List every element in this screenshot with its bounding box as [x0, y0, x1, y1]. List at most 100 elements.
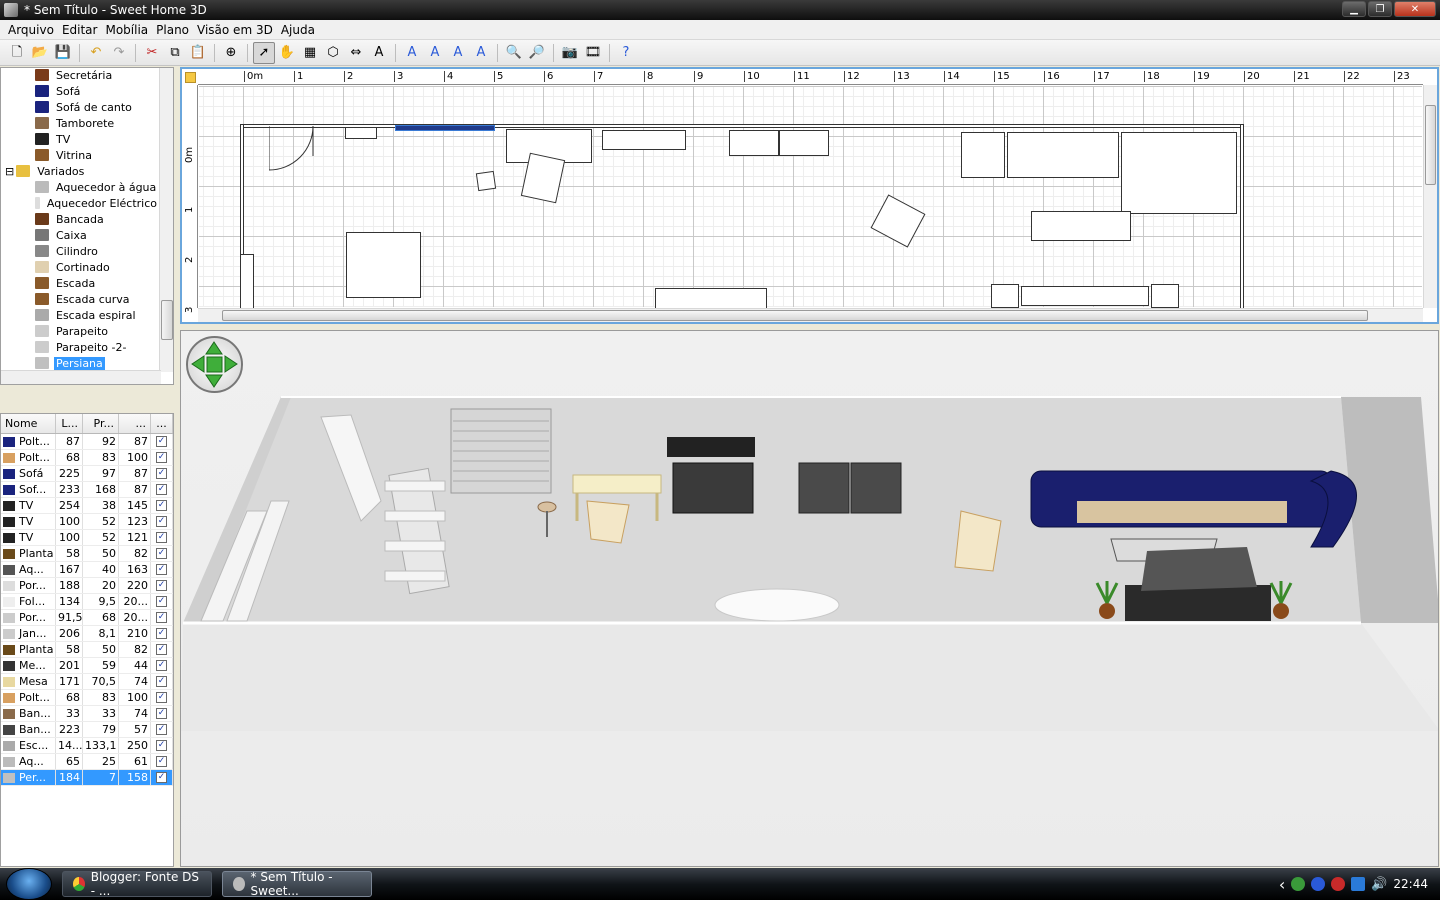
furniture-catalog-tree[interactable]: Secretária Sofá Sofá de canto Tamborete TV Vi… — [0, 67, 174, 385]
menu-vis-o-em-3d[interactable]: Visão em 3D — [193, 23, 277, 37]
visible-checkbox[interactable]: ✓ — [156, 500, 167, 511]
furniture-row[interactable]: Sof... 233 168 87 ✓ — [1, 482, 173, 498]
catalog-item[interactable]: Bancada — [1, 211, 159, 227]
create-dimensions-button[interactable]: ⇔ — [345, 42, 367, 64]
cut-button[interactable]: ✂ — [141, 42, 163, 64]
maximize-button[interactable]: ❐ — [1368, 1, 1392, 17]
minimize-button[interactable]: ▁ — [1342, 1, 1366, 17]
catalog-item[interactable]: TV — [1, 131, 159, 147]
undo-button[interactable]: ↶ — [85, 42, 107, 64]
catalog-horizontal-scrollbar[interactable] — [1, 370, 161, 384]
zoom-out-button[interactable]: 🔎 — [526, 42, 548, 64]
close-button[interactable]: ✕ — [1394, 1, 1436, 17]
catalog-item[interactable]: Parapeito — [1, 323, 159, 339]
blind-piece-selected[interactable] — [395, 125, 495, 131]
create-photo-button[interactable]: 📷 — [559, 42, 581, 64]
furniture-row[interactable]: Polt... 87 92 87 ✓ — [1, 434, 173, 450]
paste-button[interactable]: 📋 — [187, 42, 209, 64]
menu-ajuda[interactable]: Ajuda — [277, 23, 319, 37]
connection-icon[interactable] — [1351, 877, 1366, 891]
visible-checkbox[interactable]: ✓ — [156, 772, 167, 783]
armchair-piece[interactable] — [520, 152, 566, 204]
visible-checkbox[interactable]: ✓ — [156, 756, 167, 767]
3d-navigation-control[interactable] — [186, 336, 243, 393]
plant-piece-1[interactable] — [991, 284, 1019, 308]
redo-button[interactable]: ↷ — [108, 42, 130, 64]
wall-right[interactable] — [1240, 124, 1244, 322]
pan-hand-button[interactable]: ✋ — [276, 42, 298, 64]
visible-checkbox[interactable]: ✓ — [156, 532, 167, 543]
furniture-row[interactable]: Me... 201 59 44 ✓ — [1, 658, 173, 674]
tv-bench-piece[interactable] — [1021, 286, 1149, 306]
create-rooms-button[interactable]: ⬡ — [322, 42, 344, 64]
visible-checkbox[interactable]: ✓ — [156, 660, 167, 671]
column-header[interactable]: Nome — [1, 414, 56, 433]
bluetooth-icon[interactable] — [1311, 877, 1326, 891]
catalog-scroll-thumb[interactable] — [161, 300, 173, 340]
plant-piece-2[interactable] — [1151, 284, 1179, 308]
select-arrow-button[interactable]: ➚ — [253, 41, 275, 64]
taskbar-task[interactable]: Blogger: Fonte DS - ... — [62, 870, 212, 898]
catalog-item[interactable]: Sofá — [1, 83, 159, 99]
furniture-row[interactable]: Aq... 65 25 61 ✓ — [1, 754, 173, 770]
visible-checkbox[interactable]: ✓ — [156, 468, 167, 479]
modify-text-style-3-button[interactable]: A — [447, 42, 469, 64]
tv-pair-piece-2[interactable] — [779, 130, 829, 156]
plan-vscroll-thumb[interactable] — [1425, 105, 1436, 185]
blue-armchair-piece[interactable] — [961, 132, 1005, 178]
antivirus-icon[interactable] — [1331, 877, 1346, 891]
furniture-row[interactable]: Per... 184 7 158 ✓ — [1, 770, 173, 786]
add-furniture-button[interactable]: ⊕ — [220, 42, 242, 64]
visible-checkbox[interactable]: ✓ — [156, 628, 167, 639]
visible-checkbox[interactable]: ✓ — [156, 724, 167, 735]
furniture-list-table[interactable]: Nome L... Pr......... Polt... 87 92 87 ✓ Polt..… — [0, 413, 174, 867]
column-header[interactable]: L... — [56, 414, 83, 433]
visible-checkbox[interactable]: ✓ — [156, 436, 167, 447]
catalog-item[interactable]: Aquecedor Eléctrico — [1, 195, 159, 211]
modify-text-style-4-button[interactable]: A — [470, 42, 492, 64]
plan-vertical-scrollbar[interactable] — [1423, 85, 1437, 308]
catalog-item[interactable]: Cilindro — [1, 243, 159, 259]
visible-checkbox[interactable]: ✓ — [156, 596, 167, 607]
visible-checkbox[interactable]: ✓ — [156, 548, 167, 559]
modify-text-style-1-button[interactable]: A — [401, 42, 423, 64]
door-swing-icon[interactable] — [269, 126, 315, 172]
spiral-stairs-piece[interactable] — [346, 232, 421, 298]
tray-expand-icon[interactable]: ‹ — [1279, 875, 1285, 894]
door-piece[interactable] — [240, 254, 254, 310]
catalog-item[interactable]: Vitrina — [1, 147, 159, 163]
visible-checkbox[interactable]: ✓ — [156, 612, 167, 623]
visible-checkbox[interactable]: ✓ — [156, 708, 167, 719]
volume-icon[interactable]: 🔊 — [1371, 877, 1387, 892]
visible-checkbox[interactable]: ✓ — [156, 580, 167, 591]
coffee-table-piece[interactable] — [1031, 211, 1131, 241]
furniture-row[interactable]: TV 254 38 145 ✓ — [1, 498, 173, 514]
visible-checkbox[interactable]: ✓ — [156, 484, 167, 495]
furniture-row[interactable]: Esc... 14... 133,1 250 ✓ — [1, 738, 173, 754]
furniture-row[interactable]: Sofá 225 97 87 ✓ — [1, 466, 173, 482]
visible-checkbox[interactable]: ✓ — [156, 516, 167, 527]
visible-checkbox[interactable]: ✓ — [156, 564, 167, 575]
catalog-item[interactable]: Persiana — [1, 355, 159, 371]
visible-checkbox[interactable]: ✓ — [156, 676, 167, 687]
tv-pair-piece-1[interactable] — [729, 130, 779, 156]
bathtub-piece[interactable] — [655, 288, 767, 310]
visible-checkbox[interactable]: ✓ — [156, 644, 167, 655]
plan-hscroll-thumb[interactable] — [222, 310, 1368, 321]
catalog-item[interactable]: Escada curva — [1, 291, 159, 307]
corner-sofa-piece[interactable] — [1121, 132, 1237, 214]
start-button[interactable] — [6, 868, 52, 900]
menu-arquivo[interactable]: Arquivo — [4, 23, 58, 37]
plan-view[interactable]: 0m 1 2 3 4 5 6 7 8 9 10 11 12 13 14 15 16 17 18 19 20 21 22 23 … — [180, 67, 1439, 324]
tree-expander-icon[interactable]: ⊟ — [5, 165, 14, 178]
furniture-row[interactable]: Polt... 68 83 100 ✓ — [1, 690, 173, 706]
new-file-button[interactable]: 🗋 — [6, 42, 28, 64]
visible-checkbox[interactable]: ✓ — [156, 692, 167, 703]
catalog-item[interactable]: ⊟ Variados — [1, 163, 159, 179]
open-file-button[interactable]: 📂 — [29, 42, 51, 64]
column-header[interactable]: ... — [119, 414, 151, 433]
plan-horizontal-scrollbar[interactable] — [198, 308, 1423, 322]
stool-piece[interactable] — [475, 170, 497, 192]
3d-scene[interactable] — [181, 331, 1439, 867]
menu-mob-lia[interactable]: Mobília — [101, 23, 152, 37]
